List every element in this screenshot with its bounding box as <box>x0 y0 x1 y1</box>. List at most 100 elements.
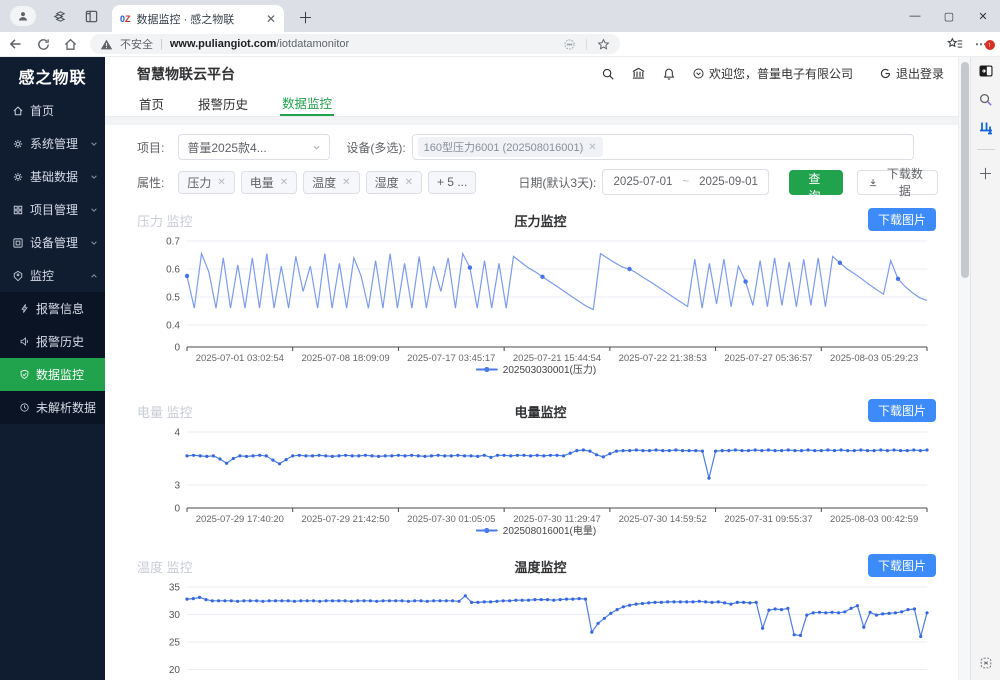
add-sidebar-item-icon[interactable]: ＋ <box>978 163 993 184</box>
sidebar-settings-icon[interactable] <box>971 656 1000 670</box>
tab-close-icon[interactable]: ✕ <box>266 12 276 26</box>
sidebar-item-device[interactable]: 设备管理 <box>0 226 105 259</box>
svg-text:0.4: 0.4 <box>166 321 180 332</box>
sidebar-item-data-monitor[interactable]: 数据监控 <box>0 358 105 391</box>
battery-chart-title: 电量监控 <box>137 402 944 421</box>
organization-icon[interactable] <box>631 66 646 81</box>
chevron-down-icon <box>90 140 98 148</box>
new-tab-button[interactable]: ＋ <box>298 7 313 28</box>
svg-text:0.7: 0.7 <box>166 237 180 248</box>
window-maximize-button[interactable]: ▢ <box>932 0 966 32</box>
download-image-button[interactable]: 下载图片 <box>868 208 936 231</box>
project-select[interactable]: 普量2025款4... <box>178 134 330 160</box>
sidebar-item-system[interactable]: 系统管理 <box>0 127 105 160</box>
remove-tag-icon[interactable]: ✕ <box>280 177 288 188</box>
svg-text:2025-07-27 05:36:57: 2025-07-27 05:36:57 <box>724 353 812 364</box>
page-scrollbar[interactable] <box>958 57 970 680</box>
logout-button[interactable]: 退出登录 <box>879 65 944 82</box>
query-button[interactable]: 查 询 <box>789 170 843 195</box>
sidebar-item-home[interactable]: 首页 <box>0 94 105 127</box>
svg-text:3: 3 <box>174 481 180 492</box>
bell-icon[interactable] <box>662 67 676 81</box>
svg-text:0.5: 0.5 <box>166 293 180 304</box>
favorites-icon[interactable] <box>947 36 963 52</box>
attr-tag-temperature[interactable]: 温度✕ <box>303 171 359 194</box>
reader-icon[interactable] <box>563 38 576 51</box>
chevron-down-icon <box>90 239 98 247</box>
back-icon[interactable] <box>8 36 24 52</box>
browser-profile-icon[interactable] <box>10 6 36 26</box>
security-label: 不安全 <box>120 36 153 52</box>
temperature-chart-section: 温度 监控 温度监控 下载图片 35302520 <box>105 554 958 680</box>
sidebar-item-monitor[interactable]: 监控 <box>0 259 105 292</box>
divider-strip <box>105 117 958 125</box>
download-image-button[interactable]: 下载图片 <box>868 399 936 422</box>
page-tabs: 首页 报警历史 数据监控 <box>105 90 958 117</box>
edge-sidebar-app-icon[interactable] <box>978 120 994 136</box>
svg-text:2025-07-29 21:42:50: 2025-07-29 21:42:50 <box>301 514 389 525</box>
pressure-chart-canvas[interactable]: 0.70.60.50.402025-07-01 03:02:542025-07-… <box>137 233 955 383</box>
refresh-icon[interactable] <box>36 37 51 52</box>
sidebar-item-basedata[interactable]: 基础数据 <box>0 160 105 193</box>
app-sidebar: 感之物联 首页 系统管理 基础数据 项目管理 设备管理 监控 <box>0 57 105 680</box>
battery-chart-canvas[interactable]: 4302025-07-29 17:40:202025-07-29 21:42:5… <box>137 424 955 542</box>
attr-tag-humidity[interactable]: 湿度✕ <box>366 171 422 194</box>
window-minimize-button[interactable]: — <box>898 0 932 32</box>
bookmark-star-icon[interactable] <box>597 38 610 51</box>
remove-tag-icon[interactable]: ✕ <box>342 177 350 188</box>
monitor-tag-icon <box>12 270 24 282</box>
attr-tag-pressure[interactable]: 压力✕ <box>178 171 234 194</box>
device-tag[interactable]: 160型压力6001 (202508016001)✕ <box>418 137 603 157</box>
battery-chart-section: 电量 监控 电量监控 下载图片 4302025-07-29 17:40:2020… <box>105 399 958 542</box>
sidebar-item-alarm-history[interactable]: 报警历史 <box>0 325 105 358</box>
home-icon[interactable] <box>63 37 78 52</box>
url-bar[interactable]: 不安全 | www.puliangiot.com/iotdatamonitor … <box>90 34 620 54</box>
sidebar-panel-icon[interactable] <box>978 63 994 79</box>
tab-data-monitor[interactable]: 数据监控 <box>280 90 334 116</box>
svg-text:2025-08-03 00:42:59: 2025-08-03 00:42:59 <box>830 514 918 525</box>
chevron-up-icon <box>90 272 98 280</box>
browser-menu-icon[interactable]: ⋯↑ <box>975 37 988 51</box>
sidebar-item-unparsed-data[interactable]: 未解析数据 <box>0 391 105 424</box>
pressure-chart-title: 压力监控 <box>137 211 944 230</box>
speaker-icon <box>19 336 30 347</box>
tab-alarm-history[interactable]: 报警历史 <box>196 90 250 116</box>
update-badge: ↑ <box>985 40 995 50</box>
remove-tag-icon[interactable]: ✕ <box>405 177 413 188</box>
device-icon <box>12 237 24 249</box>
svg-text:2025-07-08 18:09:09: 2025-07-08 18:09:09 <box>301 353 389 364</box>
unparsed-icon <box>19 402 30 413</box>
vertical-tabs-icon[interactable] <box>82 7 100 25</box>
window-close-button[interactable]: ✕ <box>966 0 1000 32</box>
workspaces-icon[interactable] <box>50 7 68 25</box>
welcome-account[interactable]: 欢迎您，普量电子有限公司 <box>692 65 853 82</box>
search-icon[interactable] <box>601 67 615 81</box>
remove-tag-icon[interactable]: ✕ <box>217 177 225 188</box>
project-label: 项目: <box>137 139 164 156</box>
device-multiselect[interactable]: 160型压力6001 (202508016001)✕ <box>412 134 914 160</box>
svg-text:2025-07-01 03:02:54: 2025-07-01 03:02:54 <box>196 353 284 364</box>
tab-favicon: 0Z <box>120 14 131 24</box>
home-icon <box>12 105 24 117</box>
svg-text:2025-07-30 01:05:05: 2025-07-30 01:05:05 <box>407 514 495 525</box>
chevron-down-icon <box>90 173 98 181</box>
attr-more-tag[interactable]: + 5 ... <box>428 171 476 194</box>
svg-text:0.6: 0.6 <box>166 265 180 276</box>
temperature-chart-canvas[interactable]: 35302520 <box>137 579 955 680</box>
svg-text:2025-07-17 03:45:17: 2025-07-17 03:45:17 <box>407 353 495 364</box>
attr-tag-battery[interactable]: 电量✕ <box>241 171 297 194</box>
gear-icon <box>12 138 24 150</box>
svg-text:35: 35 <box>169 583 181 594</box>
browser-tab[interactable]: 0Z 数据监控 · 感之物联 ✕ <box>112 5 284 32</box>
scrollbar-thumb[interactable] <box>961 62 969 278</box>
download-image-button[interactable]: 下载图片 <box>868 554 936 577</box>
gear-icon <box>12 171 24 183</box>
tab-home[interactable]: 首页 <box>137 90 166 116</box>
sidebar-item-project[interactable]: 项目管理 <box>0 193 105 226</box>
download-data-button[interactable]: 下载数据 <box>857 170 938 195</box>
remove-tag-icon[interactable]: ✕ <box>588 142 596 153</box>
svg-text:0: 0 <box>174 504 180 515</box>
date-range-input[interactable]: 2025-07-01 ~ 2025-09-01 <box>602 169 769 195</box>
sidebar-item-alarm-info[interactable]: 报警信息 <box>0 292 105 325</box>
search-icon[interactable] <box>978 92 993 107</box>
